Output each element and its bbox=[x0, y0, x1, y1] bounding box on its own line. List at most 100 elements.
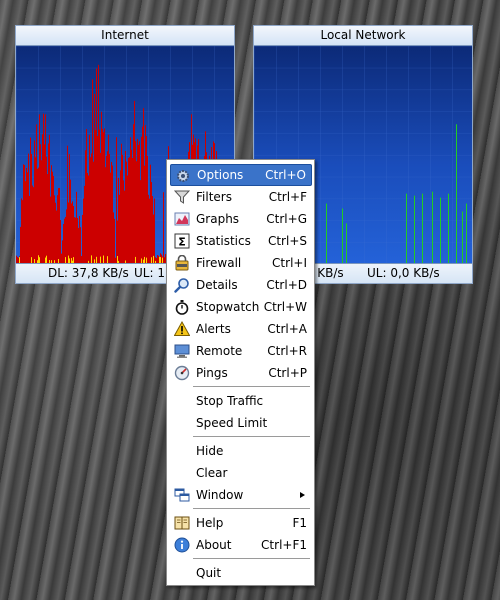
local-traffic-bar bbox=[346, 223, 347, 263]
menu-item-options[interactable]: Options Ctrl+O bbox=[170, 164, 312, 186]
menu-item-clear[interactable]: Clear bbox=[170, 462, 312, 484]
download-bar bbox=[98, 64, 99, 263]
menu-item-label: Pings bbox=[196, 366, 228, 380]
menu-item-shortcut: Ctrl+I bbox=[272, 256, 307, 270]
download-bar bbox=[80, 227, 81, 263]
local-traffic-bar bbox=[432, 191, 433, 263]
download-bar bbox=[82, 214, 83, 263]
download-bar bbox=[52, 171, 53, 263]
menu-item-label: Hide bbox=[196, 444, 224, 458]
book-icon bbox=[174, 515, 190, 531]
download-bar bbox=[59, 187, 60, 263]
download-bar bbox=[23, 164, 24, 263]
menu-item-alerts[interactable]: Alerts Ctrl+A bbox=[170, 318, 312, 340]
local-traffic-bar bbox=[422, 193, 423, 263]
download-bar bbox=[40, 144, 41, 263]
download-bar bbox=[78, 228, 79, 263]
download-bar bbox=[86, 129, 87, 263]
internet-window-title: Internet bbox=[16, 26, 234, 46]
menu-item-label: Stop Traffic bbox=[196, 394, 264, 408]
download-bar bbox=[61, 253, 62, 263]
download-bar bbox=[163, 192, 164, 263]
download-bar bbox=[125, 151, 126, 263]
download-bar bbox=[91, 153, 92, 263]
download-bar bbox=[149, 198, 150, 263]
download-bar bbox=[85, 150, 86, 263]
menu-item-hide[interactable]: Hide bbox=[170, 440, 312, 462]
menu-item-shortcut: Ctrl+F bbox=[268, 190, 307, 204]
warning-icon bbox=[173, 320, 191, 337]
download-bar bbox=[90, 157, 91, 263]
menu-item-pings[interactable]: Pings Ctrl+P bbox=[170, 362, 312, 384]
download-bar bbox=[62, 240, 63, 263]
download-bar bbox=[116, 137, 117, 263]
download-bar bbox=[74, 217, 75, 263]
download-bar bbox=[32, 185, 33, 263]
download-bar bbox=[44, 144, 45, 263]
menu-item-label: Statistics bbox=[196, 234, 251, 248]
download-bar bbox=[69, 154, 70, 263]
menu-item-window[interactable]: Window bbox=[170, 484, 312, 506]
download-bar bbox=[87, 172, 88, 263]
menu-item-label: Details bbox=[196, 278, 238, 292]
menu-item-details[interactable]: Details Ctrl+D bbox=[170, 274, 312, 296]
menu-separator bbox=[193, 558, 310, 559]
download-bar bbox=[50, 196, 51, 263]
download-bar bbox=[68, 202, 69, 263]
download-bar bbox=[105, 167, 106, 263]
download-bar bbox=[135, 141, 136, 263]
download-bar bbox=[140, 180, 141, 263]
graph-icon bbox=[174, 211, 190, 227]
download-bar bbox=[39, 114, 40, 263]
download-bar bbox=[21, 198, 22, 263]
download-bar bbox=[75, 217, 76, 263]
menu-item-quit[interactable]: Quit bbox=[170, 562, 312, 584]
download-bar bbox=[111, 161, 112, 263]
download-bar bbox=[60, 219, 61, 263]
local-traffic-bar bbox=[466, 203, 467, 263]
gear-icon bbox=[175, 168, 191, 184]
download-bar bbox=[46, 156, 47, 263]
menu-item-label: Options bbox=[197, 168, 244, 182]
download-bar bbox=[136, 161, 137, 263]
menu-item-graphs[interactable]: Graphs Ctrl+G bbox=[170, 208, 312, 230]
download-bar bbox=[57, 195, 58, 263]
menu-separator bbox=[193, 386, 310, 387]
download-bar bbox=[94, 93, 95, 263]
download-bar bbox=[20, 226, 21, 263]
download-bar bbox=[42, 134, 43, 263]
menu-item-firewall[interactable]: Firewall Ctrl+I bbox=[170, 252, 312, 274]
download-bar bbox=[30, 137, 31, 263]
menu-item-shortcut: F1 bbox=[292, 516, 307, 530]
menu-item-label: Quit bbox=[196, 566, 222, 580]
magnifier-icon bbox=[174, 277, 190, 293]
menu-item-filters[interactable]: Filters Ctrl+F bbox=[170, 186, 312, 208]
download-bar bbox=[27, 172, 28, 263]
download-bar bbox=[65, 216, 66, 263]
download-bar bbox=[28, 153, 29, 263]
download-bar bbox=[118, 177, 119, 263]
menu-item-shortcut: Ctrl+O bbox=[265, 168, 306, 182]
download-bar bbox=[89, 134, 90, 263]
local-traffic-bar bbox=[456, 124, 457, 263]
menu-item-speed-limit[interactable]: Speed Limit bbox=[170, 412, 312, 434]
menu-item-label: Firewall bbox=[196, 256, 242, 270]
download-bar bbox=[122, 154, 123, 263]
menu-item-about[interactable]: About Ctrl+F1 bbox=[170, 534, 312, 556]
download-bar bbox=[83, 198, 84, 263]
menu-item-shortcut: Ctrl+F1 bbox=[261, 538, 307, 552]
menu-item-help[interactable]: Help F1 bbox=[170, 512, 312, 534]
menu-item-remote[interactable]: Remote Ctrl+R bbox=[170, 340, 312, 362]
download-bar bbox=[101, 111, 102, 263]
window-icon bbox=[174, 487, 190, 503]
download-bar bbox=[113, 212, 114, 263]
download-bar bbox=[56, 210, 57, 263]
menu-item-label: Clear bbox=[196, 466, 228, 480]
ping-icon bbox=[174, 365, 190, 381]
menu-item-stop-traffic[interactable]: Stop Traffic bbox=[170, 390, 312, 412]
download-bar bbox=[58, 188, 59, 263]
menu-item-statistics[interactable]: Σ Statistics Ctrl+S bbox=[170, 230, 312, 252]
menu-item-label: Speed Limit bbox=[196, 416, 268, 430]
menu-item-stopwatch[interactable]: Stopwatch Ctrl+W bbox=[170, 296, 312, 318]
download-bar bbox=[152, 196, 153, 263]
